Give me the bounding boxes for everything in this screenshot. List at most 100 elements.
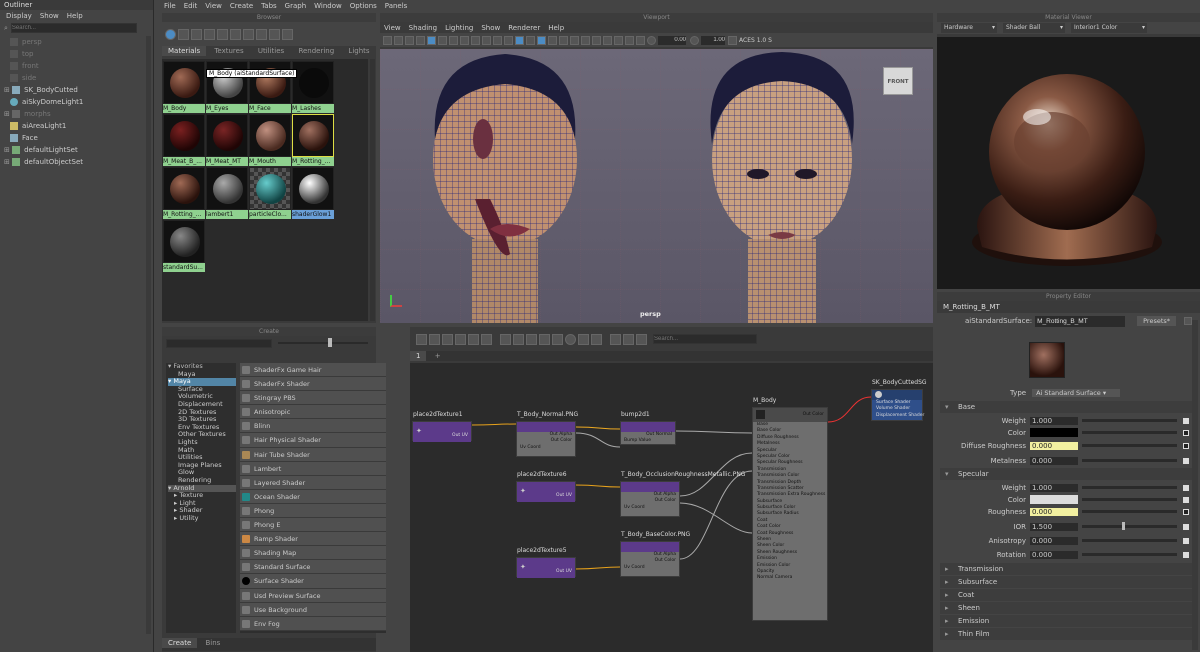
shadows-icon[interactable] <box>559 35 568 45</box>
menu-file[interactable]: File <box>164 2 176 10</box>
viewport-canvas[interactable]: FRONT persp <box>380 49 933 323</box>
lights-icon[interactable] <box>548 35 557 45</box>
map-button-icon[interactable] <box>1183 417 1189 424</box>
viewport-menu-help[interactable]: Help <box>548 24 564 32</box>
graph-icon[interactable] <box>217 28 228 40</box>
node-shading-group[interactable]: SK_BodyCuttedSG Surface Shader Volume Sh… <box>871 379 927 421</box>
xray-icon[interactable] <box>614 35 623 45</box>
colorspace-label[interactable]: ACES 1.0 S <box>739 37 772 44</box>
sort-icon[interactable] <box>256 28 267 40</box>
spec-roughness-slider[interactable] <box>1082 510 1177 513</box>
material-swatch[interactable]: particleClo... <box>249 167 291 219</box>
shader-item[interactable]: Use Background <box>240 602 386 617</box>
clear-graph-icon[interactable] <box>455 333 466 345</box>
custom-mode-icon[interactable] <box>539 333 550 345</box>
dof-icon[interactable] <box>592 35 601 45</box>
full-mode-icon[interactable] <box>526 333 537 345</box>
map-button-icon[interactable] <box>1183 484 1189 491</box>
gamma-icon[interactable] <box>690 35 699 45</box>
tab-textures[interactable]: Textures <box>208 46 249 56</box>
material-swatch[interactable]: M_Lashes <box>292 61 334 113</box>
section-transmission[interactable]: Transmission <box>940 563 1195 575</box>
viewport-menu-shading[interactable]: Shading <box>409 24 437 32</box>
shader-item[interactable]: ShaderFx Game Hair <box>240 363 386 378</box>
menu-panels[interactable]: Panels <box>385 2 408 10</box>
graph-output-icon[interactable] <box>429 333 440 345</box>
toggle-icon[interactable] <box>165 28 176 40</box>
shader-item[interactable]: Surface Shader <box>240 574 386 589</box>
bookmark-icon[interactable] <box>623 333 634 345</box>
film-gate-icon[interactable] <box>438 35 447 45</box>
section-emission[interactable]: Emission <box>940 615 1195 627</box>
outliner-item-lightset[interactable]: ⊞ defaultLightSet <box>0 144 153 156</box>
field-chart-icon[interactable] <box>471 35 480 45</box>
node-search-input[interactable] <box>653 334 757 344</box>
shader-item[interactable]: Ramp Shader <box>240 532 386 547</box>
wireframe-icon[interactable] <box>504 35 513 45</box>
node-tex-basecolor[interactable]: T_Body_BaseColor.PNG Out Alpha Out Color… <box>620 531 690 577</box>
exposure-field[interactable] <box>658 35 686 45</box>
material-swatch[interactable]: M_Meat_B_... <box>163 114 205 166</box>
graph-both-icon[interactable] <box>442 333 453 345</box>
outliner-search-input[interactable] <box>10 23 137 33</box>
view-transform-icon[interactable] <box>728 35 737 45</box>
menu-edit[interactable]: Edit <box>184 2 198 10</box>
viewport-menu-renderer[interactable]: Renderer <box>508 24 540 32</box>
remove-selected-icon[interactable] <box>481 333 492 345</box>
outliner-item-sk-bodycutted[interactable]: ⊞ SK_BodyCutted <box>0 84 153 96</box>
menu-graph[interactable]: Graph <box>285 2 306 10</box>
close-icon[interactable] <box>282 28 293 40</box>
aa-icon[interactable] <box>581 35 590 45</box>
material-swatch[interactable]: M_Meat_MT <box>206 114 248 166</box>
node-tex-normal[interactable]: T_Body_Normal.PNG Out Alpha Out Color Uv… <box>516 411 578 457</box>
ior-field[interactable]: 1.500 <box>1030 522 1078 531</box>
select-icon[interactable] <box>191 28 202 40</box>
material-swatch[interactable]: M_Rotting_... <box>163 167 205 219</box>
grid-icon[interactable] <box>269 28 280 40</box>
add-selected-icon[interactable] <box>468 333 479 345</box>
frame-selected-icon[interactable] <box>578 333 589 345</box>
exposure-icon[interactable] <box>647 35 656 45</box>
map-button-icon[interactable] <box>1183 551 1189 558</box>
menu-create[interactable]: Create <box>230 2 253 10</box>
outliner-item-skydome[interactable]: aiSkyDomeLight1 <box>0 96 153 108</box>
map-button-icon[interactable] <box>1183 508 1189 515</box>
shader-item[interactable]: ShaderFx Shader <box>240 377 386 392</box>
smooth-shade-icon[interactable] <box>515 35 524 45</box>
shader-item[interactable]: Env Fog <box>240 616 386 631</box>
slider-handle[interactable] <box>328 338 332 347</box>
anisotropy-slider[interactable] <box>1082 539 1177 542</box>
gate-mask-icon[interactable] <box>460 35 469 45</box>
node-tab-1[interactable]: 1 <box>410 351 427 361</box>
grid-toggle-icon[interactable] <box>427 35 436 45</box>
section-specular[interactable]: Specular <box>940 468 1195 480</box>
material-preview[interactable] <box>937 37 1200 289</box>
grid-snap-icon[interactable] <box>610 333 621 345</box>
textured-icon[interactable] <box>537 35 546 45</box>
map-button-icon[interactable] <box>1183 429 1189 436</box>
browser-scrollbar[interactable] <box>370 59 375 321</box>
menu-options[interactable]: Options <box>350 2 377 10</box>
isolate-icon[interactable] <box>603 35 612 45</box>
base-color-swatch[interactable] <box>1030 428 1078 437</box>
shader-item[interactable]: Stingray PBS <box>240 391 386 406</box>
node-place2dtexture1[interactable]: place2dTexture1 ✦ Out UV <box>412 411 472 442</box>
spec-roughness-field[interactable]: 0.000 <box>1030 507 1078 516</box>
shader-item[interactable]: Anisotropic <box>240 405 386 420</box>
safe-title-icon[interactable] <box>493 35 502 45</box>
shader-item[interactable]: Lambert <box>240 461 386 476</box>
xray-active-icon[interactable] <box>636 35 645 45</box>
section-coat[interactable]: Coat <box>940 589 1195 601</box>
menu-view[interactable]: View <box>205 2 222 10</box>
outliner-item-objectset[interactable]: ⊞ defaultObjectSet <box>0 156 153 168</box>
section-thin-film[interactable]: Thin Film <box>940 628 1195 640</box>
section-subsurface[interactable]: Subsurface <box>940 576 1195 588</box>
tree-item[interactable]: ▸ Utility <box>168 514 236 523</box>
ao-icon[interactable] <box>570 35 579 45</box>
map-button-icon[interactable] <box>1183 537 1189 544</box>
node-bump2d1[interactable]: bump2d1 Out Normal Bump Value <box>620 411 676 445</box>
graph-input-icon[interactable] <box>416 333 427 345</box>
weight-field[interactable]: 1.000 <box>1030 416 1078 425</box>
add-tab-button[interactable]: + <box>429 351 447 361</box>
lock-camera-icon[interactable] <box>394 35 403 45</box>
